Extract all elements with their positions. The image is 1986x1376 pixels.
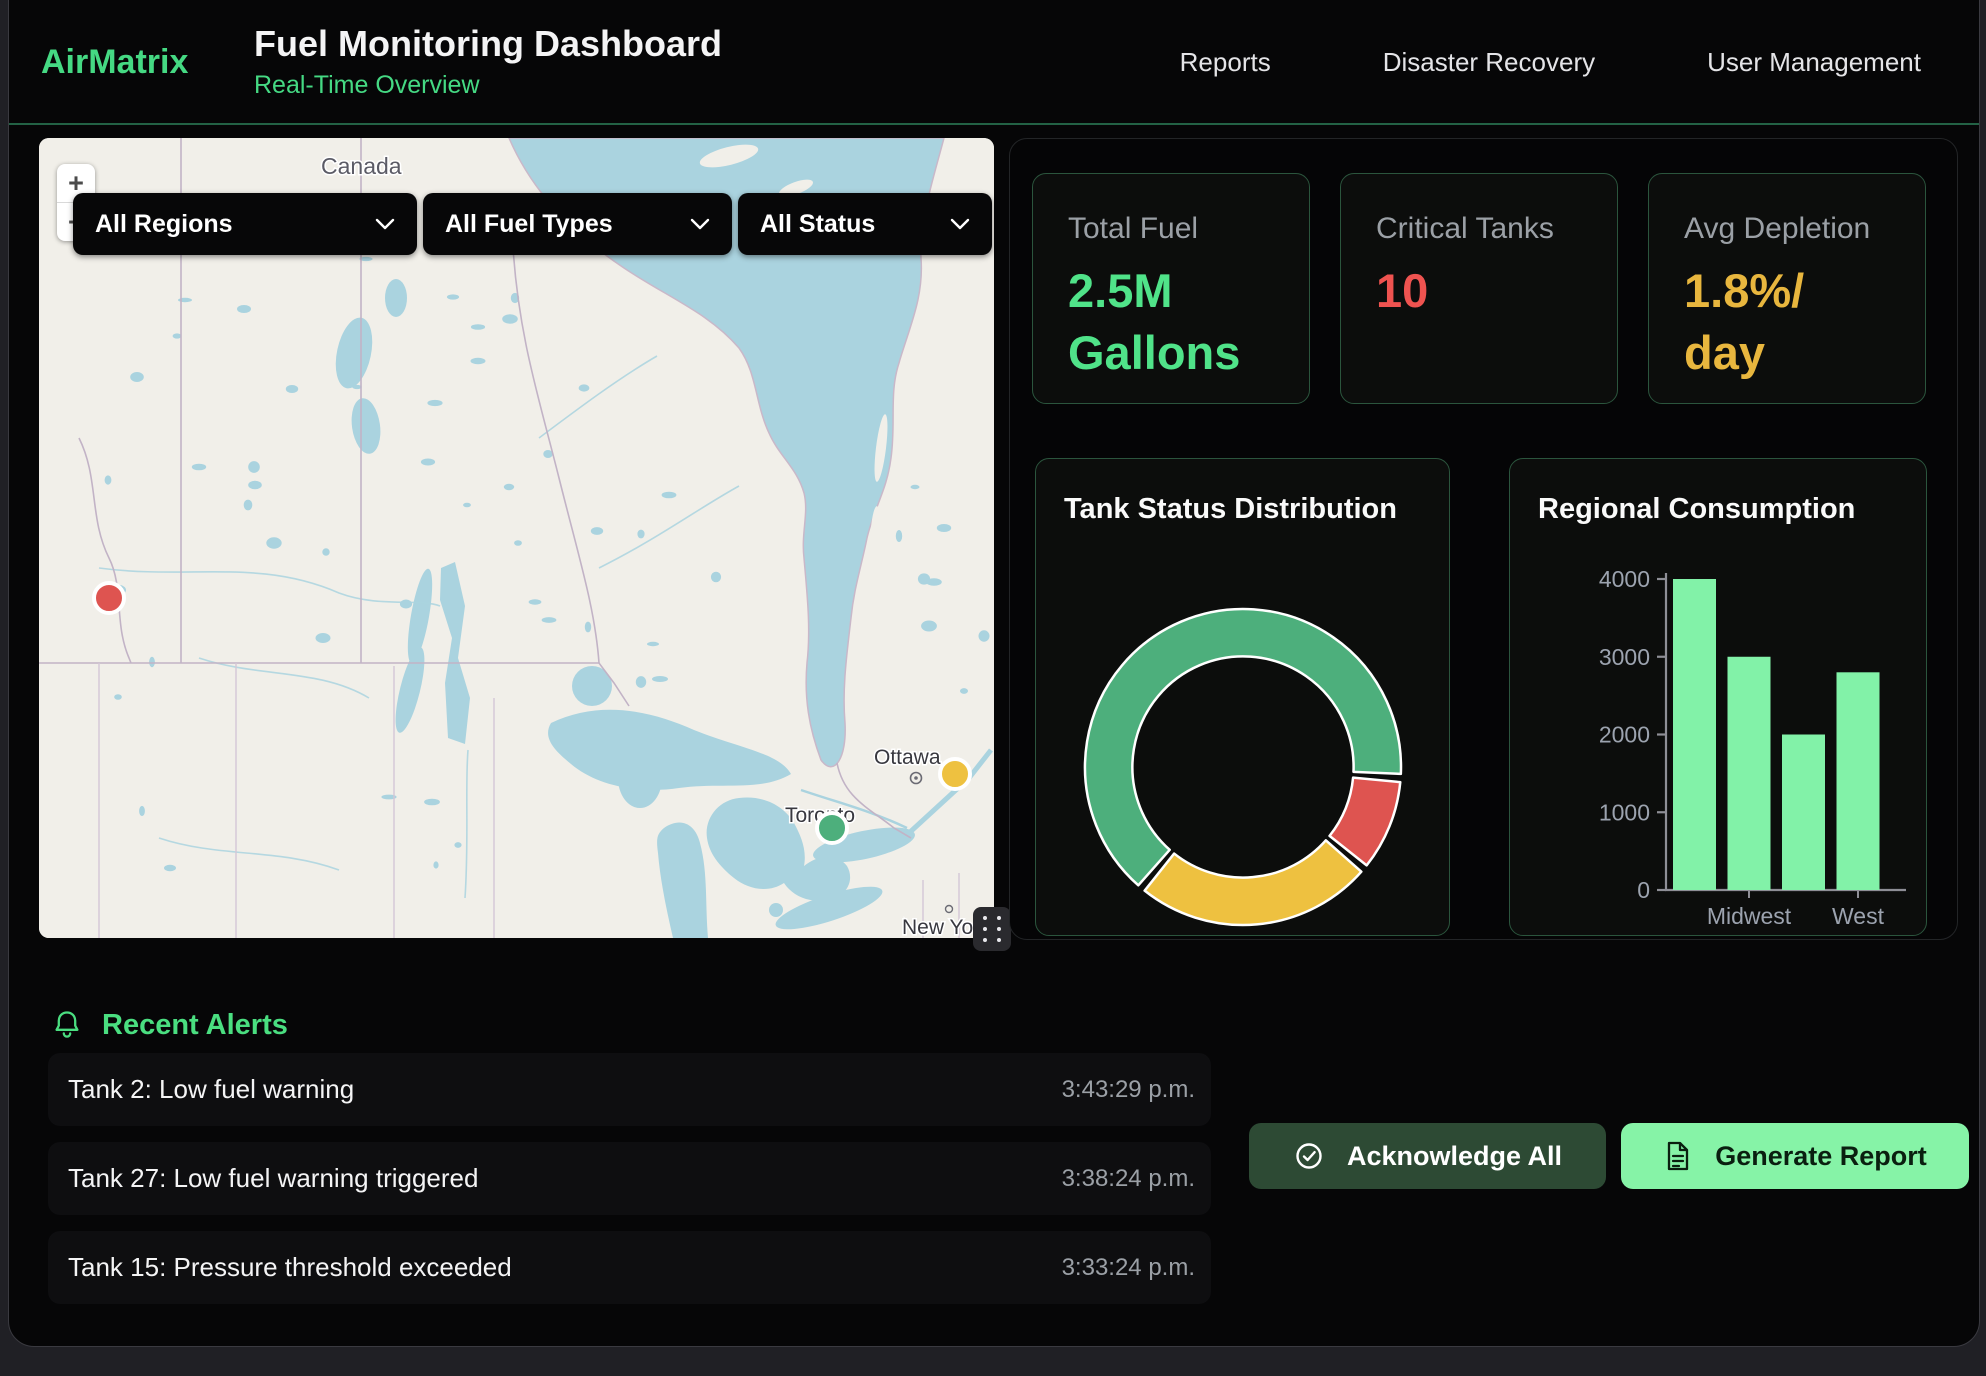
stats-row: Total Fuel 2.5M Gallons Critical Tanks 1… [1032,173,1926,404]
bar-3 [1837,672,1880,890]
acknowledge-all-button[interactable]: Acknowledge All [1249,1123,1606,1189]
chevron-down-icon [950,218,970,230]
stat-label: Critical Tanks [1376,212,1617,246]
main-nav: Reports Disaster Recovery User Managemen… [1180,47,1921,78]
stat-card-critical-tanks: Critical Tanks 10 [1340,173,1618,404]
y-tick-label: 1000 [1599,799,1650,825]
status-filter-dropdown[interactable]: All Status [738,193,992,255]
stat-value-line: day [1684,322,1925,384]
alert-row[interactable]: Tank 15: Pressure threshold exceeded 3:3… [48,1231,1211,1304]
y-tick-label: 4000 [1599,566,1650,592]
map-marker-critical[interactable] [94,583,124,613]
bell-icon [50,1008,84,1042]
bar-2 [1782,735,1825,891]
alert-list: Tank 2: Low fuel warning 3:43:29 p.m. Ta… [48,1053,1211,1304]
region-filter-dropdown[interactable]: All Regions [73,193,417,255]
alerts-heading: Recent Alerts [50,1008,288,1042]
stat-value-line: 10 [1376,260,1617,322]
stat-value-line: 2.5M [1068,260,1309,322]
stat-card-total-fuel: Total Fuel 2.5M Gallons [1032,173,1310,404]
map-panel: Canada Ottawa Toronto New York + − All R… [39,138,994,938]
bar-0 [1673,579,1716,890]
map-label: Canada [321,153,402,179]
fuel-type-filter-value: All Fuel Types [445,210,613,239]
alerts-heading-label: Recent Alerts [102,1009,288,1042]
summary-panel: Total Fuel 2.5M Gallons Critical Tanks 1… [1009,138,1958,940]
page-title: Fuel Monitoring Dashboard [254,24,722,64]
dashboard-window: AirMatrix Fuel Monitoring Dashboard Real… [8,0,1980,1347]
map-canvas[interactable]: Canada Ottawa Toronto New York [39,138,994,938]
chevron-down-icon [690,218,710,230]
generate-report-label: Generate Report [1715,1141,1927,1172]
donut-segment-warning [1145,840,1362,925]
map-label: Ottawa [874,746,941,769]
y-tick-label: 0 [1637,877,1650,903]
stat-value-line: 1.8%/ [1684,260,1925,322]
region-filter-value: All Regions [95,210,233,239]
header: AirMatrix Fuel Monitoring Dashboard Real… [9,1,1979,125]
alert-row[interactable]: Tank 2: Low fuel warning 3:43:29 p.m. [48,1053,1211,1126]
map-marker-warning[interactable] [940,759,970,789]
alert-message: Tank 27: Low fuel warning triggered [68,1163,478,1194]
alert-timestamp: 3:33:24 p.m. [1062,1254,1195,1282]
alert-timestamp: 3:38:24 p.m. [1062,1165,1195,1193]
alert-message: Tank 15: Pressure threshold exceeded [68,1252,512,1283]
bar-1 [1728,657,1771,890]
stat-label: Avg Depletion [1684,212,1925,246]
map-resize-handle[interactable] [973,907,1011,951]
alert-message: Tank 2: Low fuel warning [68,1074,354,1105]
fuel-type-filter-dropdown[interactable]: All Fuel Types [423,193,732,255]
stat-value-line: Gallons [1068,322,1309,384]
map-marker-normal[interactable] [817,813,847,843]
x-tick-label: Midwest [1707,903,1792,929]
status-filter-value: All Status [760,210,875,239]
generate-report-button[interactable]: Generate Report [1621,1123,1969,1189]
y-tick-label: 3000 [1599,644,1650,670]
chevron-down-icon [375,218,395,230]
title-block: Fuel Monitoring Dashboard Real-Time Over… [254,24,722,101]
tank-status-chart-card: Tank Status Distribution [1035,458,1450,936]
charts-row: Tank Status Distribution Regional Consum… [1035,458,1927,936]
check-circle-icon [1293,1140,1325,1172]
acknowledge-all-label: Acknowledge All [1347,1141,1562,1172]
page-subtitle: Real-Time Overview [254,71,722,100]
document-icon [1663,1140,1693,1172]
y-tick-label: 2000 [1599,722,1650,748]
map-filters: All Regions All Fuel Types All Status [73,193,992,255]
nav-user-management[interactable]: User Management [1707,47,1921,78]
alert-timestamp: 3:43:29 p.m. [1062,1076,1195,1104]
alert-row[interactable]: Tank 27: Low fuel warning triggered 3:38… [48,1142,1211,1215]
nav-reports[interactable]: Reports [1180,47,1271,78]
regional-consumption-bar-chart: 0 1000 2000 3000 4000 Midwest West [1510,459,1926,935]
stat-card-avg-depletion: Avg Depletion 1.8%/ day [1648,173,1926,404]
regional-consumption-chart-card: Regional Consumption 01000200030004000Mi… [1509,458,1927,936]
brand-logo[interactable]: AirMatrix [41,43,246,82]
nav-disaster-recovery[interactable]: Disaster Recovery [1383,47,1595,78]
tank-status-donut-chart [1036,459,1449,935]
x-tick-label: West [1832,903,1885,929]
stat-label: Total Fuel [1068,212,1309,246]
